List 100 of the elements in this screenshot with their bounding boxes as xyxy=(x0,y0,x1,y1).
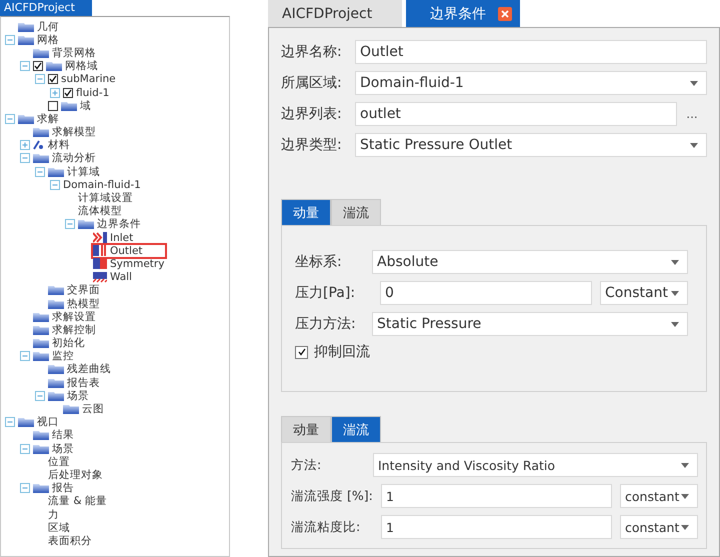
dropdown[interactable]: Domain-fluid-1 xyxy=(355,71,707,95)
panel-tab[interactable]: 动量 xyxy=(281,416,331,442)
folder-icon xyxy=(33,444,49,454)
folder-icon xyxy=(18,22,34,32)
browse-button[interactable]: ... xyxy=(677,107,707,121)
panel-tab[interactable]: 动量 xyxy=(281,199,331,225)
dropdown-arrow-icon xyxy=(681,462,689,468)
checkbox[interactable] xyxy=(33,61,43,72)
collapse-icon[interactable] xyxy=(5,417,15,428)
tree-item-label[interactable]: 力 xyxy=(48,508,59,521)
dropdown-arrow-icon xyxy=(690,142,698,148)
folder-icon xyxy=(33,127,49,138)
dropdown[interactable]: Static Pressure xyxy=(372,312,688,336)
dropdown-arrow-icon xyxy=(671,290,679,296)
tree-item-label[interactable]: 表面积分 xyxy=(48,534,92,547)
folder-icon xyxy=(48,390,64,401)
dropdown[interactable]: Static Pressure Outlet xyxy=(355,133,707,157)
editor-tab[interactable]: AICFDProject xyxy=(268,0,402,27)
text-field[interactable]: 1 xyxy=(381,484,612,508)
tree-item-label[interactable]: 场景 xyxy=(52,442,74,455)
panel-tab[interactable]: 湍流 xyxy=(331,199,381,225)
folder-icon xyxy=(18,114,34,124)
tree-item-label[interactable]: 求解控制 xyxy=(52,324,96,336)
folder-icon xyxy=(48,285,64,296)
tree-item-label[interactable]: 网格域 xyxy=(65,60,98,72)
folder-icon xyxy=(78,219,94,230)
tree-item-label[interactable]: 几何 xyxy=(37,20,59,33)
tree-item-label[interactable]: subMarine xyxy=(61,73,116,86)
tree-item-label[interactable]: Inlet xyxy=(110,232,134,244)
tree-item-label[interactable]: 残差曲线 xyxy=(67,363,111,376)
tree-item-label[interactable]: 域 xyxy=(80,100,91,112)
collapse-icon[interactable] xyxy=(5,34,15,45)
panel-tab[interactable]: AICFDProject xyxy=(0,0,92,16)
folder-icon xyxy=(48,166,64,177)
folder-icon xyxy=(18,417,34,428)
tree-item-label[interactable]: 报告表 xyxy=(67,376,100,389)
dropdown-arrow-icon xyxy=(671,322,679,326)
tree-item-label[interactable]: 区域 xyxy=(48,522,70,534)
tree-item-label[interactable]: Outlet xyxy=(110,244,143,257)
collapse-icon[interactable] xyxy=(20,351,30,362)
collapse-icon[interactable] xyxy=(35,390,45,401)
folder-icon xyxy=(33,48,49,58)
unit-dropdown[interactable]: constant xyxy=(620,484,698,508)
unit-dropdown[interactable]: Constant xyxy=(600,281,688,305)
tree-item-label[interactable]: 后处理对象 xyxy=(48,468,103,481)
tree-item-label[interactable]: 背景网格 xyxy=(52,46,96,59)
collapse-icon[interactable] xyxy=(20,483,30,494)
tree-item-label[interactable]: 初始化 xyxy=(52,337,85,350)
tree-item-label[interactable]: 视口 xyxy=(37,416,59,428)
text-field[interactable]: 0 xyxy=(380,281,592,305)
tree-item-label[interactable]: 网格 xyxy=(37,34,59,46)
tree-item-label[interactable]: 交界面 xyxy=(67,284,100,296)
collapse-icon[interactable] xyxy=(20,153,30,164)
tree-item-label[interactable]: fluid-1 xyxy=(76,86,110,99)
checkbox[interactable] xyxy=(48,74,58,84)
expand-icon[interactable] xyxy=(20,140,30,150)
panel-tab[interactable]: 湍流 xyxy=(331,416,381,442)
collapse-icon[interactable] xyxy=(5,114,15,124)
tree-item-label[interactable]: 热模型 xyxy=(67,298,100,310)
tree-item-label[interactable]: 云图 xyxy=(82,403,104,416)
folder-icon xyxy=(46,61,62,72)
tree-item-label[interactable]: 流量 & 能量 xyxy=(48,495,107,508)
collapse-icon[interactable] xyxy=(35,166,45,177)
tree-item-label[interactable]: 流动分析 xyxy=(52,152,96,164)
tree-item-label[interactable]: 边界条件 xyxy=(97,218,141,230)
material-icon xyxy=(33,140,45,150)
folder-icon xyxy=(63,404,79,414)
unit-dropdown[interactable]: constant xyxy=(620,515,698,539)
tree-item-label[interactable]: 场景 xyxy=(67,390,89,402)
text-field[interactable]: Outlet xyxy=(355,40,707,64)
tree-item-label[interactable]: 位置 xyxy=(48,456,70,468)
tree-item-label[interactable]: 求解设置 xyxy=(52,310,96,323)
checkbox[interactable] xyxy=(63,88,73,98)
tree-item-label[interactable]: 计算域设置 xyxy=(78,192,133,204)
checkbox[interactable] xyxy=(48,100,58,111)
collapse-icon[interactable] xyxy=(65,219,75,230)
tree-item-label[interactable]: Domain-fluid-1 xyxy=(63,178,141,191)
text-field[interactable]: outlet xyxy=(355,102,677,126)
dropdown[interactable]: Absolute xyxy=(372,250,688,274)
editor-tab[interactable]: 边界条件 xyxy=(406,0,520,27)
tree-item-label[interactable]: 求解 xyxy=(37,112,59,125)
tree-item-label[interactable]: 监控 xyxy=(52,350,74,362)
collapse-icon[interactable] xyxy=(50,180,60,190)
tree-item-label[interactable]: 报告 xyxy=(52,482,74,494)
tree-item-label[interactable]: 流体模型 xyxy=(78,205,122,218)
tree-item-label[interactable]: 计算域 xyxy=(67,166,100,178)
text-field[interactable]: 1 xyxy=(381,515,612,539)
folder-icon xyxy=(33,430,49,440)
folder-icon xyxy=(61,100,77,111)
tree-item-label[interactable]: Wall xyxy=(110,271,132,284)
tree-item-label[interactable]: 材料 xyxy=(48,139,70,152)
tree-item-label[interactable]: 求解模型 xyxy=(52,126,96,138)
dropdown-arrow-icon xyxy=(690,80,698,86)
tree-item-label[interactable]: 结果 xyxy=(52,429,74,442)
checkbox[interactable] xyxy=(295,346,308,358)
close-icon[interactable] xyxy=(498,6,512,20)
dropdown[interactable]: Intensity and Viscosity Ratio xyxy=(373,453,698,477)
collapse-icon[interactable] xyxy=(20,444,30,454)
tree-item-label[interactable]: Symmetry xyxy=(110,258,164,270)
folder-icon xyxy=(48,364,64,374)
